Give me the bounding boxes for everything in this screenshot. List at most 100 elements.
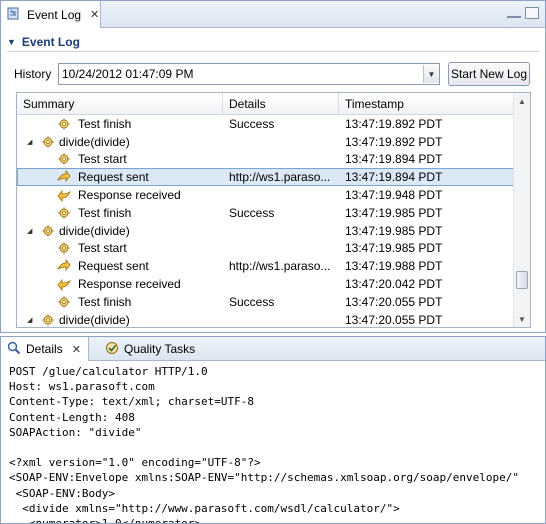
minimize-button[interactable] xyxy=(507,10,521,18)
table-row[interactable]: Response received 13:47:20.042 PDT xyxy=(17,275,514,293)
summary-cell: Response received xyxy=(17,275,223,293)
request-arrow-icon xyxy=(57,259,71,273)
table-row[interactable]: Test finish Success 13:47:19.892 PDT xyxy=(17,115,514,133)
summary-label: Test finish xyxy=(78,294,132,309)
tab-quality-tasks-label: Quality Tasks xyxy=(124,342,196,356)
table-row[interactable]: ◢ divide(divide) 13:47:19.985 PDT xyxy=(17,222,514,240)
timestamp-cell: 13:47:19.894 PDT xyxy=(345,152,443,167)
summary-label: Test start xyxy=(78,152,127,167)
table-header: Summary Details Timestamp xyxy=(17,93,514,115)
timestamp-cell: 13:47:19.894 PDT xyxy=(345,170,443,185)
summary-cell: Test finish xyxy=(17,115,223,133)
details-text-line: <divide xmlns="http://www.parasoft.com/w… xyxy=(9,501,400,515)
details-cell xyxy=(229,240,339,258)
gear-icon xyxy=(41,224,55,238)
gear-icon xyxy=(57,117,71,131)
history-label: History xyxy=(14,67,52,81)
timestamp-cell: 13:47:20.055 PDT xyxy=(345,294,443,309)
details-cell: Success xyxy=(229,294,275,309)
window-controls xyxy=(507,7,539,19)
summary-cell: ◢ divide(divide) xyxy=(17,133,223,151)
details-text-line: Content-Type: text/xml; charset=UTF-8 xyxy=(9,395,255,409)
details-text-line: SOAPAction: "divide" xyxy=(9,425,142,439)
tree-expand-icon[interactable]: ◢ xyxy=(27,316,32,324)
tab-details-label: Details xyxy=(26,342,63,356)
summary-cell: Test start xyxy=(17,240,223,258)
gear-icon xyxy=(57,295,71,309)
gear-icon xyxy=(41,313,55,327)
close-icon[interactable]: ✕ xyxy=(90,8,99,21)
scroll-up-icon[interactable]: ▲ xyxy=(514,93,530,109)
event-log-icon xyxy=(6,5,22,24)
scrollbar-thumb[interactable] xyxy=(516,271,528,289)
timestamp-cell: 13:47:19.948 PDT xyxy=(345,188,443,203)
table-row[interactable]: ◢ divide(divide) 13:47:19.892 PDT xyxy=(17,133,514,151)
event-log-view: Event Log ✕ ▼ Event Log History 10/24/20… xyxy=(0,0,546,333)
maximize-button[interactable] xyxy=(525,7,539,19)
details-tab-bar: Details ✕ Quality Tasks xyxy=(1,337,545,361)
event-log-table: Summary Details Timestamp Test finish Suc… xyxy=(16,92,531,328)
table-body: Test finish Success 13:47:19.892 PDT ◢ divid… xyxy=(17,115,514,327)
table-row[interactable]: ◢ divide(divide) 13:47:20.055 PDT xyxy=(17,311,514,327)
timestamp-cell: 13:47:19.985 PDT xyxy=(345,241,443,256)
timestamp-cell: 13:47:19.985 PDT xyxy=(345,223,443,238)
table-row[interactable]: Test start 13:47:19.985 PDT xyxy=(17,240,514,258)
close-icon[interactable]: ✕ xyxy=(72,343,81,356)
details-view: Details ✕ Quality Tasks POST /glue/calcu… xyxy=(0,336,546,524)
chevron-down-icon[interactable]: ▼ xyxy=(423,65,439,83)
table-row[interactable]: Request sent http://ws1.paraso... 13:47:19… xyxy=(17,257,514,275)
summary-label: divide(divide) xyxy=(59,223,130,238)
details-text-line: <SOAP-ENV:Envelope xmlns:SOAP-ENV="http:… xyxy=(9,471,519,485)
table-row[interactable]: Request sent http://ws1.paraso... 13:47:19… xyxy=(17,168,514,187)
column-header-summary[interactable]: Summary xyxy=(17,93,223,115)
details-cell: http://ws1.paraso... xyxy=(229,259,331,274)
timestamp-cell: 13:47:20.042 PDT xyxy=(345,277,443,292)
vertical-scrollbar[interactable]: ▲ ▼ xyxy=(513,93,530,327)
table-row[interactable]: Response received 13:47:19.948 PDT xyxy=(17,186,514,204)
details-text-line: Content-Length: 408 xyxy=(9,410,135,424)
scroll-down-icon[interactable]: ▼ xyxy=(514,311,530,327)
column-header-details[interactable]: Details xyxy=(223,93,339,115)
summary-cell: Test finish xyxy=(17,204,223,222)
summary-cell: Test finish xyxy=(17,293,223,311)
summary-label: Response received xyxy=(78,188,181,203)
summary-label: Test finish xyxy=(78,116,132,131)
timestamp-cell: 13:47:19.985 PDT xyxy=(345,205,443,220)
summary-label: Request sent xyxy=(78,259,149,274)
summary-cell: Request sent xyxy=(17,257,223,275)
tree-expand-icon[interactable]: ◢ xyxy=(27,138,32,146)
details-text-line: <?xml version="1.0" encoding="UTF-8"?> xyxy=(9,456,261,470)
table-row[interactable]: Test finish Success 13:47:19.985 PDT xyxy=(17,204,514,222)
table-row[interactable]: Test finish Success 13:47:20.055 PDT xyxy=(17,293,514,311)
tree-expand-icon[interactable]: ◢ xyxy=(27,227,32,235)
column-header-timestamp[interactable]: Timestamp xyxy=(339,93,514,115)
details-cell xyxy=(229,186,339,204)
start-new-log-button[interactable]: Start New Log xyxy=(448,62,530,86)
details-cell: http://ws1.paraso... xyxy=(229,170,331,185)
summary-cell: Request sent xyxy=(17,168,223,186)
tab-details[interactable]: Details ✕ xyxy=(1,337,89,361)
timestamp-cell: 13:47:19.892 PDT xyxy=(345,116,443,131)
details-cell xyxy=(229,151,339,169)
gear-icon xyxy=(41,135,55,149)
response-arrow-icon xyxy=(57,277,71,292)
summary-cell: Response received xyxy=(17,186,223,204)
table-row[interactable]: Test start 13:47:19.894 PDT xyxy=(17,151,514,169)
search-icon xyxy=(7,341,21,358)
collapse-triangle-icon[interactable]: ▼ xyxy=(7,37,16,47)
details-text-area[interactable]: POST /glue/calculator HTTP/1.0 Host: ws1.… xyxy=(9,364,545,523)
tab-quality-tasks[interactable]: Quality Tasks xyxy=(99,337,209,361)
details-cell: Success xyxy=(229,116,275,131)
history-dropdown[interactable]: 10/24/2012 01:47:09 PM ▼ xyxy=(58,63,440,85)
section-title: Event Log xyxy=(21,34,80,49)
details-text-line xyxy=(9,440,545,455)
quality-tasks-icon xyxy=(105,341,119,358)
gear-icon xyxy=(57,241,71,255)
summary-label: Request sent xyxy=(78,170,149,185)
event-log-section-header[interactable]: ▼ Event Log xyxy=(7,32,539,52)
request-arrow-icon xyxy=(57,170,71,184)
tab-event-log[interactable]: Event Log ✕ xyxy=(1,1,101,28)
details-cell xyxy=(229,133,339,151)
gear-icon xyxy=(57,206,71,220)
view-tab-bar: Event Log ✕ xyxy=(1,1,545,28)
